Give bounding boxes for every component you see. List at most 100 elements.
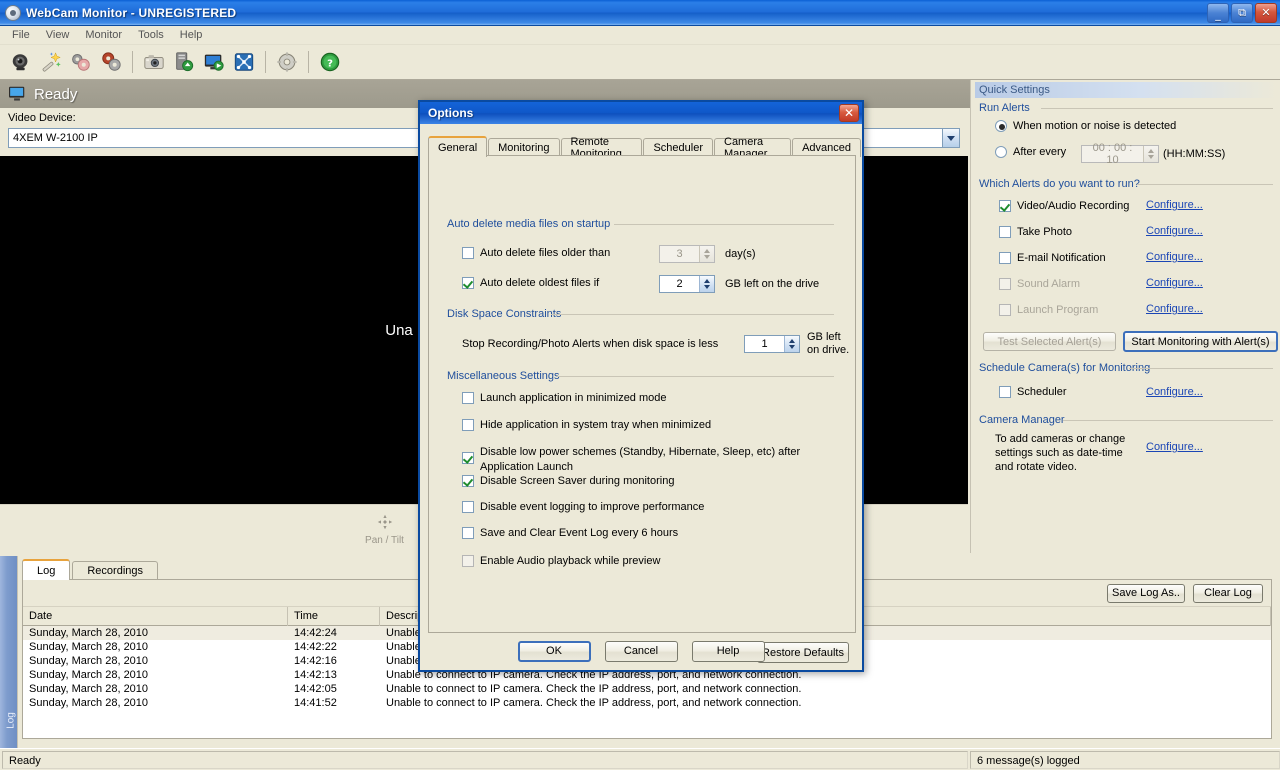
configure-link-email[interactable]: Configure... xyxy=(1146,251,1203,263)
log-cell-time: 14:42:13 xyxy=(288,668,380,682)
checkbox-launch-minimized[interactable]: Launch application in minimized mode xyxy=(462,392,667,404)
checkbox-disable-screensaver-box[interactable] xyxy=(462,475,474,487)
tab-general[interactable]: General xyxy=(428,136,487,157)
cancel-button[interactable]: Cancel xyxy=(605,641,678,662)
checkbox-save-clear-event-log-box[interactable] xyxy=(462,527,474,539)
network-icon[interactable] xyxy=(229,48,259,76)
auto-delete-oldest-spinner[interactable]: 2 xyxy=(659,275,715,293)
log-cell-time: 14:42:24 xyxy=(288,626,380,640)
table-row[interactable]: Sunday, March 28, 2010 14:41:52 Unable t… xyxy=(23,696,1271,710)
log-cell-date: Sunday, March 28, 2010 xyxy=(23,682,288,696)
tab-log[interactable]: Log xyxy=(22,559,70,580)
configure-link-launch-program[interactable]: Configure... xyxy=(1146,303,1203,315)
checkbox-hide-systray[interactable]: Hide application in system tray when min… xyxy=(462,419,711,431)
checkbox-email-notification-box[interactable] xyxy=(999,252,1011,264)
video-device-label: Video Device: xyxy=(8,112,76,124)
checkbox-hide-systray-box[interactable] xyxy=(462,419,474,431)
radio-when-motion[interactable]: When motion or noise is detected xyxy=(995,120,1176,132)
checkbox-video-audio-recording[interactable]: Video/Audio Recording xyxy=(999,200,1129,212)
table-row[interactable]: Sunday, March 28, 2010 14:42:05 Unable t… xyxy=(23,682,1271,696)
checkbox-disable-low-power-label: Disable low power schemes (Standby, Hibe… xyxy=(480,445,850,475)
restore-button[interactable]: ⧉ xyxy=(1231,3,1253,23)
checkbox-disable-event-logging-label: Disable event logging to improve perform… xyxy=(480,501,704,513)
settings-gears-icon[interactable] xyxy=(66,48,96,76)
menu-item-tools[interactable]: Tools xyxy=(130,27,172,43)
checkbox-auto-delete-older-label: Auto delete files older than xyxy=(480,247,610,259)
checkbox-scheduler-box[interactable] xyxy=(999,386,1011,398)
quick-settings-panel: Quick Settings Run Alerts When motion or… xyxy=(970,80,1280,553)
tab-recordings[interactable]: Recordings xyxy=(72,561,158,580)
help-button[interactable]: Help xyxy=(692,641,765,662)
pan-tilt-button[interactable]: Pan / Tilt xyxy=(356,514,414,546)
checkbox-launch-program-label: Launch Program xyxy=(1017,304,1098,316)
run-alerts-group-label: Run Alerts xyxy=(979,102,1035,114)
close-button[interactable]: ✕ xyxy=(1255,3,1277,23)
log-cell-time: 14:42:22 xyxy=(288,640,380,654)
auto-delete-older-spinner-buttons[interactable] xyxy=(699,246,714,262)
server-upload-icon[interactable] xyxy=(169,48,199,76)
test-selected-alerts-button[interactable]: Test Selected Alert(s) xyxy=(983,332,1116,351)
checkbox-auto-delete-older-box[interactable] xyxy=(462,247,474,259)
checkbox-video-audio-recording-box[interactable] xyxy=(999,200,1011,212)
configure-link-scheduler[interactable]: Configure... xyxy=(1146,386,1203,398)
log-column-date[interactable]: Date xyxy=(23,607,288,626)
checkbox-disable-low-power-box[interactable] xyxy=(462,452,474,464)
record-gears-icon[interactable] xyxy=(96,48,126,76)
log-tabs: Log Recordings xyxy=(22,560,160,580)
checkbox-email-notification[interactable]: E-mail Notification xyxy=(999,252,1106,264)
checkbox-scheduler[interactable]: Scheduler xyxy=(999,386,1067,398)
which-alerts-group-line xyxy=(1137,184,1273,185)
checkbox-disable-low-power[interactable]: Disable low power schemes (Standby, Hibe… xyxy=(462,445,850,475)
configure-link-take-photo[interactable]: Configure... xyxy=(1146,225,1203,237)
monitor-remote-icon[interactable] xyxy=(199,48,229,76)
log-column-time[interactable]: Time xyxy=(288,607,380,626)
checkbox-disable-event-logging[interactable]: Disable event logging to improve perform… xyxy=(462,501,704,513)
options-tabs: General Monitoring Remote Monitoring Sch… xyxy=(428,136,862,157)
checkbox-save-clear-event-log[interactable]: Save and Clear Event Log every 6 hours xyxy=(462,527,678,539)
webcam-icon[interactable] xyxy=(6,48,36,76)
radio-after-every-label: After every xyxy=(1013,146,1066,158)
configure-link-sound-alarm[interactable]: Configure... xyxy=(1146,277,1203,289)
disk-space-spinner-buttons[interactable] xyxy=(784,336,799,352)
menu-item-view[interactable]: View xyxy=(38,27,78,43)
save-log-as-button[interactable]: Save Log As.. xyxy=(1107,584,1185,603)
checkbox-auto-delete-older[interactable]: Auto delete files older than xyxy=(462,247,610,259)
menu-item-help[interactable]: Help xyxy=(172,27,211,43)
radio-after-every[interactable]: After every xyxy=(995,146,1066,158)
menu-item-monitor[interactable]: Monitor xyxy=(77,27,130,43)
status-band-text: Ready xyxy=(34,86,77,103)
interval-spinner[interactable]: 00 : 00 : 10 xyxy=(1081,145,1159,163)
preferences-gear-icon[interactable] xyxy=(272,48,302,76)
close-icon[interactable]: ✕ xyxy=(839,104,859,122)
menu-item-file[interactable]: File xyxy=(4,27,38,43)
checkbox-disable-event-logging-box[interactable] xyxy=(462,501,474,513)
auto-delete-oldest-spinner-buttons[interactable] xyxy=(699,276,714,292)
which-alerts-group-label: Which Alerts do you want to run? xyxy=(979,178,1145,190)
log-side-strip[interactable]: Log xyxy=(0,556,18,748)
pan-tilt-label: Pan / Tilt xyxy=(365,535,404,546)
interval-spinner-buttons[interactable] xyxy=(1143,146,1158,162)
start-monitoring-button[interactable]: Start Monitoring with Alert(s) xyxy=(1123,331,1278,352)
help-icon[interactable]: ? xyxy=(315,48,345,76)
auto-delete-older-spinner[interactable]: 3 xyxy=(659,245,715,263)
checkbox-auto-delete-oldest-box[interactable] xyxy=(462,277,474,289)
checkbox-sound-alarm-label: Sound Alarm xyxy=(1017,278,1080,290)
checkbox-launch-minimized-box[interactable] xyxy=(462,392,474,404)
window-title-suffix: - UNREGISTERED xyxy=(131,6,236,20)
clear-log-button[interactable]: Clear Log xyxy=(1193,584,1263,603)
wizard-icon[interactable] xyxy=(36,48,66,76)
ok-button[interactable]: OK xyxy=(518,641,591,662)
checkbox-disable-screensaver[interactable]: Disable Screen Saver during monitoring xyxy=(462,475,674,487)
chevron-down-icon[interactable] xyxy=(942,129,959,147)
checkbox-enable-audio-playback: Enable Audio playback while preview xyxy=(462,555,660,567)
minimize-button[interactable]: _ xyxy=(1207,3,1229,23)
checkbox-auto-delete-oldest[interactable]: Auto delete oldest files if xyxy=(462,277,599,289)
configure-link-video-audio[interactable]: Configure... xyxy=(1146,199,1203,211)
radio-after-every-indicator[interactable] xyxy=(995,146,1007,158)
configure-link-camera-manager[interactable]: Configure... xyxy=(1146,441,1203,453)
radio-when-motion-indicator[interactable] xyxy=(995,120,1007,132)
checkbox-take-photo[interactable]: Take Photo xyxy=(999,226,1072,238)
checkbox-take-photo-box[interactable] xyxy=(999,226,1011,238)
photo-camera-icon[interactable] xyxy=(139,48,169,76)
disk-space-spinner[interactable]: 1 xyxy=(744,335,800,353)
